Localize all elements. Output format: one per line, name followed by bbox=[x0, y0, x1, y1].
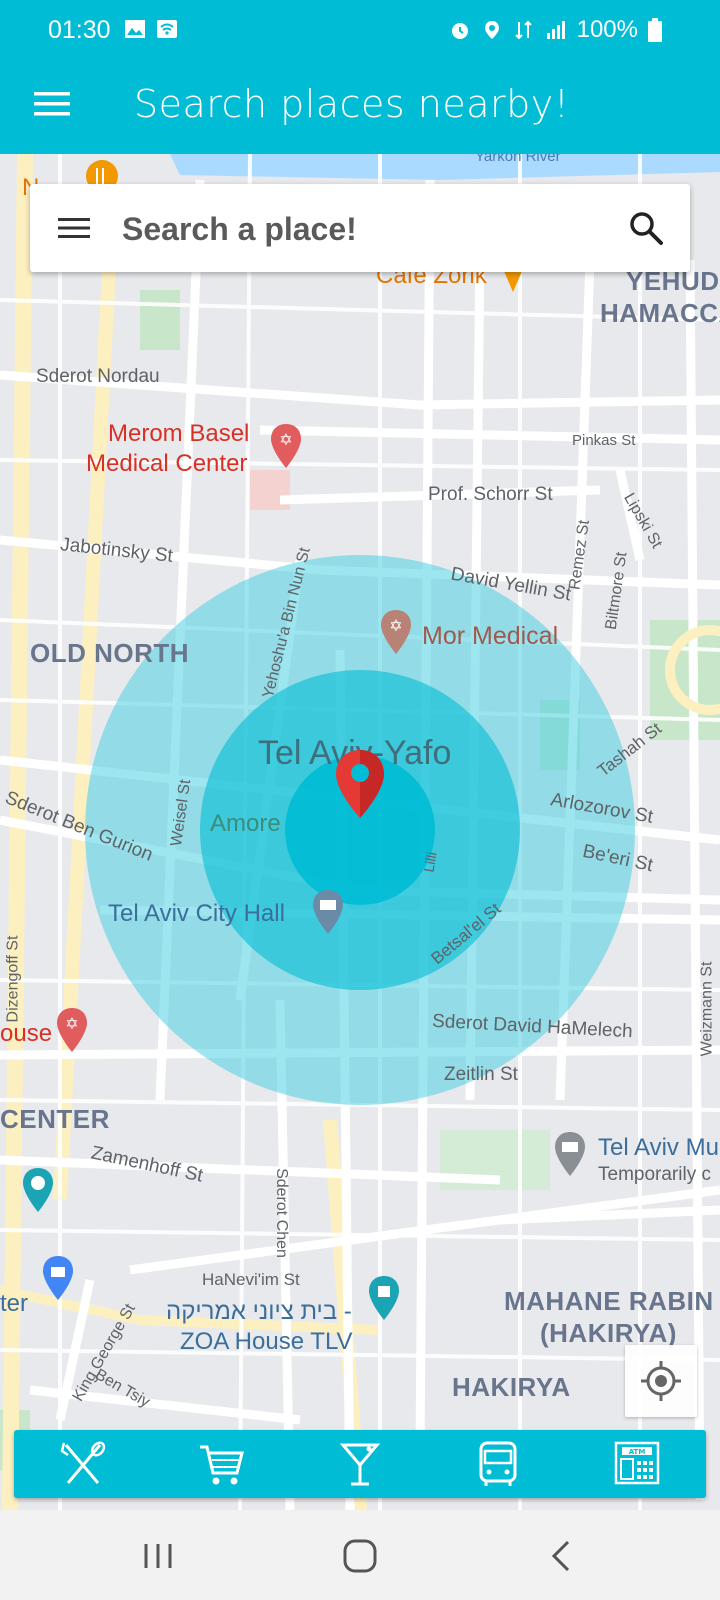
museum-pin-icon[interactable] bbox=[552, 1130, 588, 1178]
label-zoa-1: בית ציוני אמריקה - bbox=[166, 1298, 352, 1325]
recent-apps-icon[interactable] bbox=[136, 1534, 180, 1578]
svg-text:✡: ✡ bbox=[279, 430, 292, 449]
district-center: CENTER bbox=[0, 1104, 110, 1134]
label-sderot-nordau: Sderot Nordau bbox=[36, 366, 160, 387]
district-hamacca: HAMACCA bbox=[600, 298, 720, 328]
category-restaurants-button[interactable] bbox=[55, 1436, 111, 1492]
label-mor-medical: Mor Medical bbox=[422, 622, 559, 650]
search-input[interactable] bbox=[120, 198, 614, 260]
battery-level: 100% bbox=[576, 16, 638, 43]
search-box bbox=[30, 184, 690, 272]
category-atm-button[interactable]: ATM bbox=[609, 1436, 665, 1492]
label-pinkas: Pinkas St bbox=[572, 432, 636, 449]
label-ter: ter bbox=[0, 1290, 29, 1317]
gallery-icon bbox=[125, 20, 145, 38]
svg-text:ATM: ATM bbox=[628, 1448, 645, 1456]
app-bar: Search places nearby! bbox=[0, 62, 720, 154]
location-icon bbox=[484, 21, 499, 39]
signal-icon bbox=[546, 21, 565, 39]
back-icon[interactable] bbox=[540, 1534, 584, 1578]
label-weizmann: Weizmann St bbox=[698, 961, 716, 1057]
hospital-pin-icon[interactable]: ✡ bbox=[268, 422, 304, 470]
alarm-icon bbox=[451, 23, 468, 39]
label-prof-schorr: Prof. Schorr St bbox=[428, 484, 553, 505]
atm-icon: ATM bbox=[614, 1441, 659, 1485]
category-bars-button[interactable] bbox=[332, 1436, 388, 1492]
label-city-hall: Tel Aviv City Hall bbox=[108, 900, 285, 927]
city-hall-pin-icon[interactable] bbox=[310, 888, 346, 936]
shopping-pin-icon[interactable] bbox=[40, 1254, 76, 1302]
home-icon[interactable] bbox=[338, 1534, 382, 1578]
district-hakirya: HAKIRYA bbox=[452, 1372, 571, 1402]
my-location-button[interactable] bbox=[625, 1345, 697, 1417]
label-dizengoff: Dizengoff St bbox=[4, 935, 22, 1023]
medical-pin-icon[interactable]: ✡ bbox=[378, 608, 414, 656]
art-pin-icon[interactable] bbox=[20, 1166, 56, 1214]
label-museum-1: Tel Aviv Mu bbox=[598, 1134, 719, 1161]
landmark-pin-icon[interactable] bbox=[366, 1274, 402, 1322]
label-museum-2: Temporarily c bbox=[598, 1164, 711, 1185]
category-bar: ATM bbox=[14, 1430, 706, 1498]
label-zeitlin: Zeitlin St bbox=[444, 1064, 518, 1085]
battery-icon bbox=[648, 18, 662, 42]
category-transit-button[interactable] bbox=[470, 1436, 526, 1492]
fork-knife-icon bbox=[60, 1441, 106, 1484]
district-mahane-rabin: MAHANE RABIN bbox=[504, 1286, 714, 1316]
status-bar: 01:30 100% bbox=[0, 0, 720, 62]
svg-text:✡: ✡ bbox=[65, 1014, 78, 1033]
label-sderot-chen: Sderot Chen bbox=[272, 1168, 290, 1258]
label-merom-basel-1: Merom Basel bbox=[108, 420, 250, 447]
bus-icon bbox=[479, 1441, 517, 1486]
label-zoa-2: ZOA House TLV bbox=[180, 1328, 353, 1355]
district-old-north: OLD NORTH bbox=[30, 638, 190, 668]
cart-icon bbox=[199, 1445, 244, 1485]
data-arrows-icon bbox=[514, 20, 532, 40]
label-hanevim: HaNevi'im St bbox=[202, 1270, 300, 1289]
app-title: Search places nearby! bbox=[134, 82, 570, 126]
hospital-pin-2-icon[interactable]: ✡ bbox=[54, 1006, 90, 1054]
search-icon[interactable] bbox=[628, 210, 664, 246]
crosshair-icon bbox=[641, 1361, 681, 1401]
label-ouse: ouse bbox=[0, 1020, 53, 1047]
cocktail-icon bbox=[339, 1443, 381, 1486]
wifi-box-icon bbox=[157, 20, 177, 38]
label-amore: Amore bbox=[210, 810, 281, 837]
status-time: 01:30 bbox=[48, 16, 111, 44]
search-menu-icon[interactable] bbox=[58, 212, 90, 244]
label-merom-basel-2: Medical Center bbox=[86, 450, 248, 477]
label-yarkon-river: Yarkon River bbox=[475, 154, 561, 165]
svg-text:✡: ✡ bbox=[389, 616, 402, 635]
map-view[interactable]: Yarkon River N YEHUDA HAMACCA Cafe Zorik… bbox=[0, 154, 720, 1510]
system-nav-bar bbox=[0, 1510, 720, 1600]
category-shopping-button[interactable] bbox=[194, 1436, 250, 1492]
hamburger-menu-icon[interactable] bbox=[34, 86, 70, 122]
selected-location-marker-icon[interactable] bbox=[332, 748, 388, 820]
